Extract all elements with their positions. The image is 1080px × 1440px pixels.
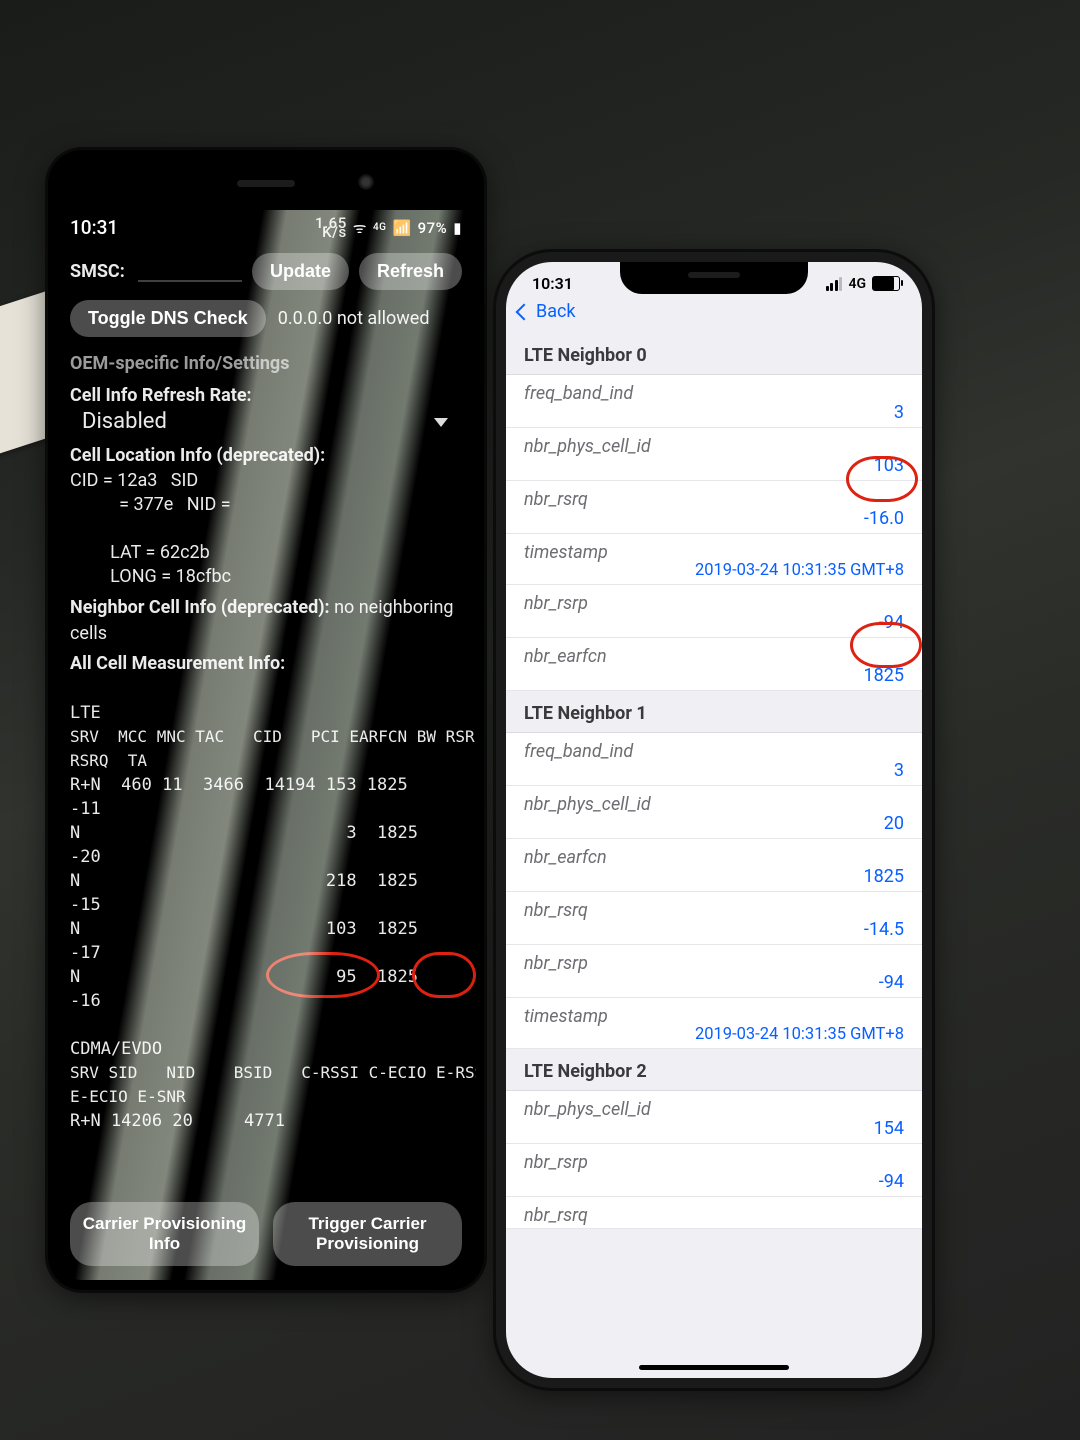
cell-value: 1825 [524, 866, 904, 887]
cell-key: freq_band_ind [524, 383, 904, 404]
notch [620, 262, 808, 294]
list-item[interactable]: nbr_rsrp -94 [506, 1144, 922, 1197]
smsc-input[interactable] [138, 280, 242, 282]
cdma-header: CDMA/EVDO [70, 1039, 162, 1059]
signal-4g: 4G [373, 222, 387, 233]
cell-key: nbr_rsrq [524, 1205, 904, 1226]
back-label: Back [536, 301, 576, 322]
carrier-provisioning-info-button[interactable]: Carrier Provisioning Info [70, 1202, 259, 1266]
android-phone-frame: 10:31 1.65 K/s ᯤ 4G 📶 97% ▮ SMSC: Update… [48, 150, 484, 1290]
list-item[interactable]: nbr_phys_cell_id 20 [506, 786, 922, 839]
lte-neighbor-list[interactable]: LTE Neighbor 0 freq_band_ind 3 nbr_phys_… [506, 333, 922, 1229]
cell-refresh-label: Cell Info Refresh Rate: [70, 383, 462, 409]
neighbor-label: Neighbor Cell Info (deprecated): [70, 597, 330, 618]
toggle-dns-button[interactable]: Toggle DNS Check [70, 300, 266, 337]
chevron-down-icon [434, 418, 448, 427]
list-item[interactable]: nbr_phys_cell_id 154 [506, 1091, 922, 1144]
cell-location-label: Cell Location Info (deprecated): [70, 445, 325, 466]
back-button[interactable]: Back [518, 301, 576, 322]
cell-key: nbr_phys_cell_id [524, 794, 904, 815]
cell-value: 3 [524, 760, 904, 781]
cell-value: -14.5 [524, 919, 904, 940]
cell-key: timestamp [524, 1006, 904, 1027]
cell-refresh-dropdown[interactable]: Disabled [82, 409, 454, 435]
lte-header: LTE [70, 703, 101, 723]
earpiece [237, 180, 295, 187]
cell-value: 1825 [524, 665, 904, 686]
cdma-columns: SRV SID NID BSID C-RSSI C-ECIO E-RSSI E-… [70, 1063, 476, 1106]
cell-location-value: CID = 12a3 SID = 377e NID = LAT = 62c2b … [70, 469, 462, 589]
net-rate: 1.65 K/s [315, 219, 347, 237]
section-header: LTE Neighbor 1 [506, 691, 922, 733]
cell-value: -94 [524, 1171, 904, 1192]
section-header: LTE Neighbor 2 [506, 1049, 922, 1091]
cell-value: -16.0 [524, 508, 904, 529]
signal-icon [826, 277, 843, 291]
cell-key: freq_band_ind [524, 741, 904, 762]
home-indicator[interactable] [639, 1365, 789, 1370]
list-item[interactable]: nbr_earfcn 1825 [506, 638, 922, 691]
front-camera [358, 174, 374, 190]
android-screen: 10:31 1.65 K/s ᯤ 4G 📶 97% ▮ SMSC: Update… [56, 210, 476, 1280]
list-item[interactable]: freq_band_ind 3 [506, 375, 922, 428]
nav-bar: Back [506, 295, 922, 333]
smsc-label: SMSC: [70, 259, 128, 285]
cell-value: 103 [524, 455, 904, 476]
list-item[interactable]: nbr_phys_cell_id 103 [506, 428, 922, 481]
cell-key: nbr_rsrp [524, 1152, 904, 1173]
list-item[interactable]: nbr_rsrp -94 [506, 945, 922, 998]
lte-table: LTE SRV MCC MNC TAC CID PCI EARFCN BW RS… [70, 677, 462, 1133]
list-item[interactable]: nbr_rsrp -94 [506, 585, 922, 638]
cell-value: -94 [524, 612, 904, 633]
cell-value: 2019-03-24 10:31:35 GMT+8 [524, 1025, 904, 1044]
signal-icon: 📶 [392, 219, 411, 237]
update-button[interactable]: Update [252, 253, 349, 290]
cell-key: nbr_rsrp [524, 953, 904, 974]
cell-value: 154 [524, 1118, 904, 1139]
list-item[interactable]: timestamp 2019-03-24 10:31:35 GMT+8 [506, 534, 922, 585]
network-label: 4G [848, 276, 866, 292]
iphone-screen: 10:31 4G Back LTE Neighbor 0 freq_band_i… [506, 262, 922, 1378]
cell-key: nbr_rsrp [524, 593, 904, 614]
list-item[interactable]: nbr_earfcn 1825 [506, 839, 922, 892]
list-item[interactable]: freq_band_ind 3 [506, 733, 922, 786]
cell-key: nbr_earfcn [524, 646, 904, 667]
cell-value: 3 [524, 402, 904, 423]
bezel [48, 150, 484, 210]
status-time: 10:31 [70, 216, 118, 239]
wifi-icon: ᯤ [353, 218, 367, 238]
lte-columns: SRV MCC MNC TAC CID PCI EARFCN BW RSRP R… [70, 727, 476, 770]
cell-key: nbr_rsrq [524, 900, 904, 921]
cell-value: 20 [524, 813, 904, 834]
battery-icon: ▮ [453, 219, 462, 237]
chevron-left-icon [516, 303, 533, 320]
battery-pct: 97% [418, 219, 448, 237]
battery-icon [872, 276, 900, 291]
cell-key: nbr_phys_cell_id [524, 1099, 904, 1120]
oem-header: OEM-specific Info/Settings [70, 351, 462, 377]
list-item[interactable]: timestamp 2019-03-24 10:31:35 GMT+8 [506, 998, 922, 1049]
status-bar: 10:31 1.65 K/s ᯤ 4G 📶 97% ▮ [56, 210, 476, 241]
cell-value: 2019-03-24 10:31:35 GMT+8 [524, 561, 904, 580]
cell-key: nbr_earfcn [524, 847, 904, 868]
list-item[interactable]: nbr_rsrq [506, 1197, 922, 1229]
cell-value: -94 [524, 972, 904, 993]
cell-refresh-value: Disabled [82, 409, 167, 435]
all-measurement-label: All Cell Measurement Info: [70, 651, 462, 677]
list-item[interactable]: nbr_rsrq -16.0 [506, 481, 922, 534]
trigger-carrier-provisioning-button[interactable]: Trigger Carrier Provisioning [273, 1202, 462, 1266]
cell-key: nbr_phys_cell_id [524, 436, 904, 457]
list-item[interactable]: nbr_rsrq -14.5 [506, 892, 922, 945]
cell-key: timestamp [524, 542, 904, 563]
status-time: 10:31 [532, 274, 573, 293]
refresh-button[interactable]: Refresh [359, 253, 462, 290]
section-header: LTE Neighbor 0 [506, 333, 922, 375]
cell-key: nbr_rsrq [524, 489, 904, 510]
dns-status: 0.0.0.0 not allowed [278, 306, 430, 332]
iphone-frame: 10:31 4G Back LTE Neighbor 0 freq_band_i… [496, 252, 932, 1388]
